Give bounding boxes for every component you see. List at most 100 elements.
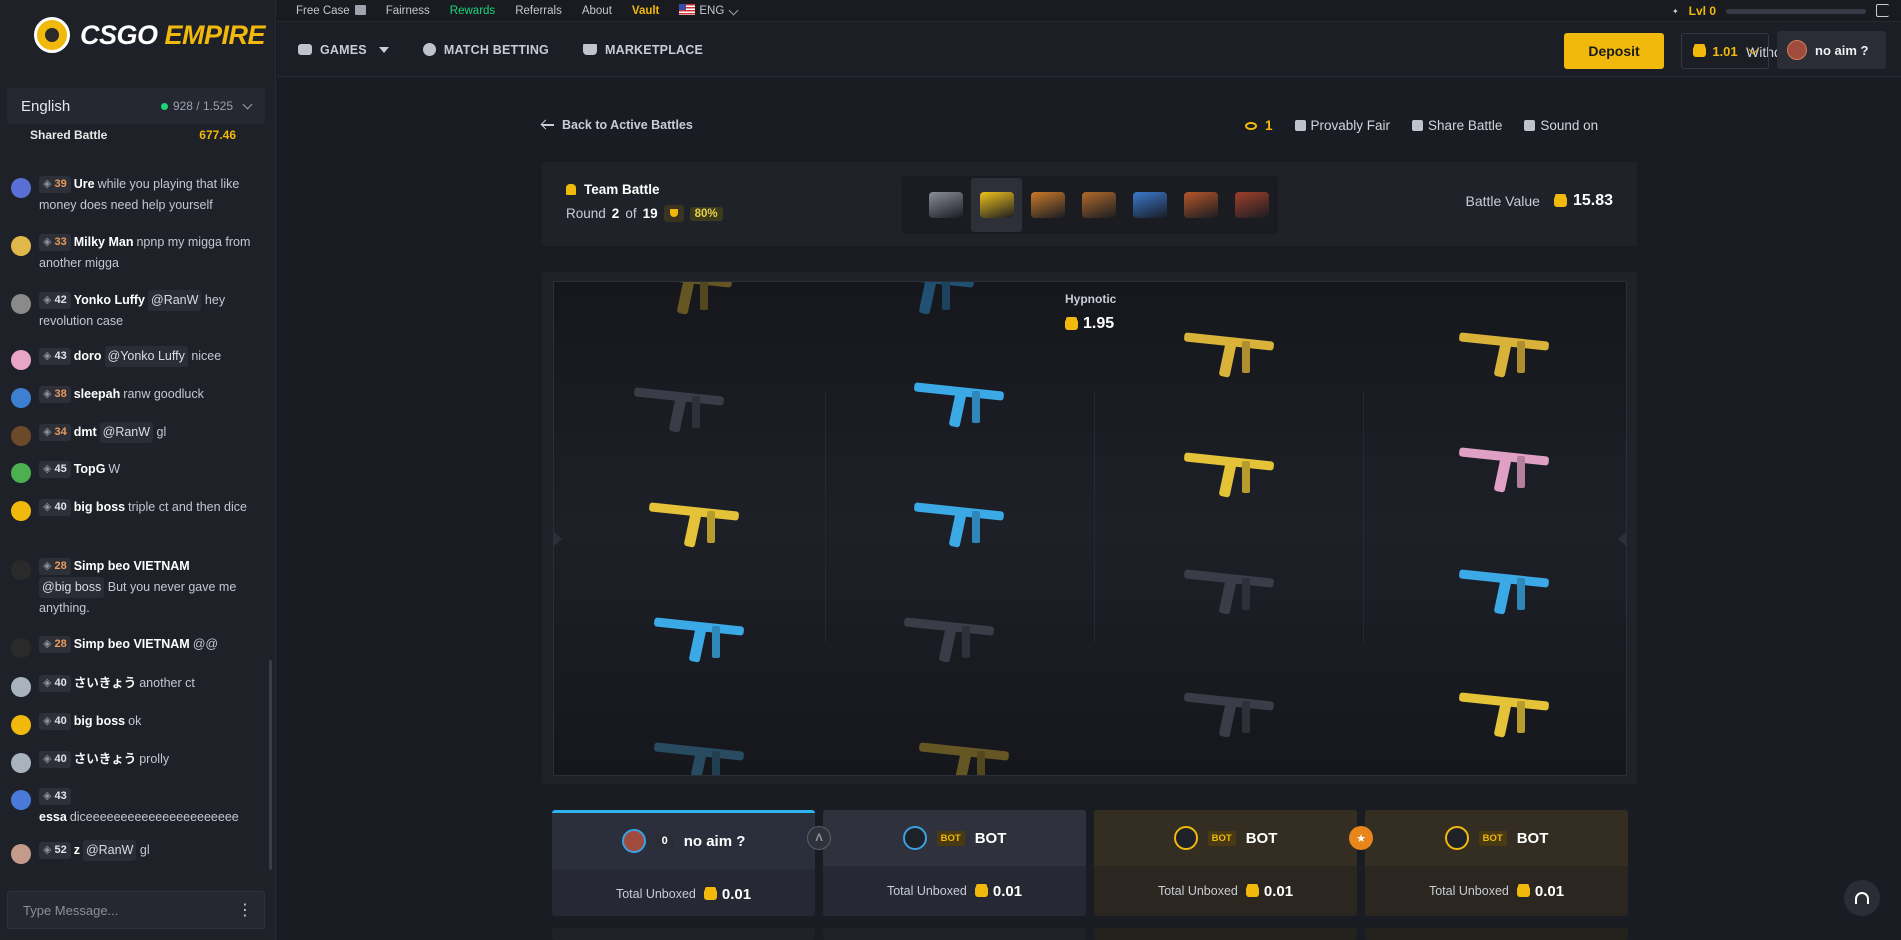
deposit-button[interactable]: Deposit [1564,33,1664,69]
chat-username[interactable]: TopG [74,462,106,476]
case-thumb[interactable] [920,178,971,232]
balance-dropdown[interactable]: 1.01 [1681,33,1769,69]
chat-username[interactable]: Milky Man [74,235,134,249]
player-slot[interactable]: BOT BOT Total Unboxed 0.01 [1365,810,1628,916]
chat-mention[interactable]: @Yonko Luffy [104,346,188,367]
user-level-badge: ◈ 40 [39,675,71,692]
topbar-link-referrals[interactable]: Referrals [515,5,562,17]
chat-username[interactable]: Simp beo VIETNAM [74,559,190,573]
chat-message: ◈ 39 Ure while you playing that like money … [11,174,257,216]
avatar[interactable] [11,715,31,735]
chat-username[interactable]: Ure [74,177,95,191]
case-thumb[interactable] [1125,178,1176,232]
logo[interactable]: CSGO EMPIRE [0,0,276,70]
team-star-icon: ★ [1349,826,1373,850]
chat-mention[interactable]: @RanW [148,290,202,311]
chat-username[interactable]: sleepah [74,387,121,401]
chat-message: ◈ 43 essa diceeeeeeeeeeeeeeeeeeeeee [11,786,257,828]
avatar[interactable] [11,677,31,697]
skin-item-icon [918,737,1014,775]
player-slot[interactable]: BOT BOT Total Unboxed 0.01 [1094,810,1357,916]
avatar[interactable] [11,426,31,446]
avatar[interactable] [11,236,31,256]
chat-message: ◈ 40 さいきょう prolly [11,749,257,773]
chat-username[interactable]: essa [39,810,67,824]
user-level-badge: ◈ 34 [39,424,71,441]
total-unboxed-label: Total Unboxed [615,887,696,901]
case-thumb[interactable] [1227,178,1278,232]
avatar[interactable] [11,388,31,408]
topbar-link-fairness[interactable]: Fairness [386,5,430,17]
reel-divider [1363,392,1364,642]
nav-games[interactable]: GAMES [298,43,389,57]
chat-text: another ct [139,676,195,690]
app-root: CSGO EMPIRE English 928 / 1.525 Shared B… [0,0,1901,940]
logout-icon[interactable] [1876,4,1889,17]
chat-scrollbar[interactable] [269,660,272,870]
chat-username[interactable]: z [74,843,80,857]
topbar-link-about[interactable]: About [582,5,612,17]
logo-text-a: CSGO [80,19,158,50]
avatar[interactable] [11,638,31,658]
provably-fair-button[interactable]: Provably Fair [1294,118,1390,133]
avatar[interactable] [11,501,31,521]
avatar[interactable] [11,753,31,773]
avatar[interactable] [11,463,31,483]
skin-item-icon [653,612,749,682]
chat-username[interactable]: doro [74,349,102,363]
sound-toggle[interactable]: Sound on [1524,118,1598,133]
chat-mention[interactable]: @big boss [39,577,105,598]
chat-username[interactable]: dmt [74,425,97,439]
chat-username[interactable]: Yonko Luffy [74,293,145,307]
topbar-link-vault[interactable]: Vault [632,5,659,17]
chat-input-placeholder: Type Message... [23,902,119,918]
chat-text: ranw goodluck [123,387,204,401]
chat-username[interactable]: big boss [74,500,125,514]
case-thumb[interactable] [1073,178,1124,232]
support-headset-icon[interactable] [1844,880,1880,916]
case-thumb[interactable] [1022,178,1073,232]
shared-battle-notice[interactable]: Shared Battle 677.46 [8,126,258,144]
avatar[interactable] [11,294,31,314]
level-progress[interactable]: ✦ Lvl 0 [1672,0,1866,22]
chevron-down-icon [1748,44,1759,54]
total-unboxed-label: Total Unboxed [886,884,967,898]
topbar-link-rewards[interactable]: Rewards [450,5,495,17]
chat-input[interactable]: Type Message... ⋮ [7,891,265,929]
player-slot[interactable]: BOT BOT Total Unboxed 0.01 [823,810,1086,916]
back-to-active-battles[interactable]: Back to Active Battles [542,118,693,132]
user-level-badge: ◈ 33 [39,234,71,251]
chat-username[interactable]: big boss [74,714,125,728]
case-icon [1030,192,1065,218]
topbar-link-free-case[interactable]: Free Case [296,4,366,17]
total-unboxed-value: 0.01 [1534,882,1565,900]
nav-match-betting[interactable]: MATCH BETTING [422,43,549,57]
chat-mention[interactable]: @RanW [82,840,137,861]
avatar[interactable] [11,178,31,198]
skin-item-icon [1458,564,1554,634]
avatar[interactable] [11,560,31,580]
chat-mention[interactable]: @RanW [99,422,154,443]
chat-username[interactable]: Simp beo VIETNAM [74,637,190,651]
avatar[interactable] [11,844,31,864]
chat-username[interactable]: さいきょう [74,752,137,766]
language-select[interactable]: ENG [679,4,739,17]
case-thumb[interactable] [971,178,1023,232]
flag-uk-icon [679,4,696,15]
avatar[interactable] [11,350,31,370]
player-slot[interactable]: 0 no aim ? Total Unboxed 0.01 [552,810,815,916]
logo-icon [34,17,70,53]
more-options-icon[interactable]: ⋮ [237,900,253,920]
total-unboxed-value: 0.01 [1263,882,1294,900]
sparkle-icon: ✦ [1671,6,1679,16]
case-thumb[interactable] [1176,178,1227,232]
user-menu[interactable]: no aim ? [1777,31,1886,69]
chat-language-select[interactable]: English 928 / 1.525 [7,88,265,124]
nav-marketplace[interactable]: MARKETPLACE [582,43,703,57]
avatar[interactable] [11,790,31,810]
player-name: BOT [1516,829,1549,847]
chat-message: ◈ 28 Simp beo VIETNAM @@ [11,634,257,658]
chat-username[interactable]: さいきょう [74,676,137,690]
share-battle-button[interactable]: Share Battle [1412,118,1502,133]
chat-message: ◈ 33 Milky Man npnp my migga from another m… [11,232,257,274]
